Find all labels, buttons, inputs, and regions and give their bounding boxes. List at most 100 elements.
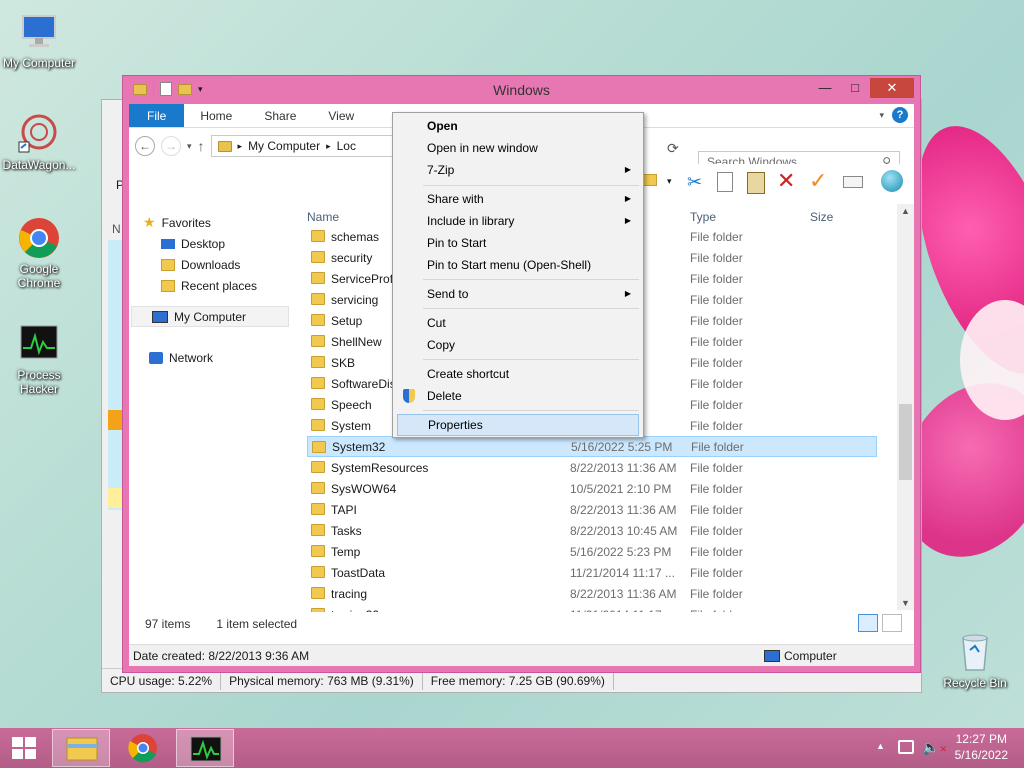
process-hacker-icon: [190, 736, 222, 762]
nav-recent-places[interactable]: Recent places: [129, 275, 299, 296]
row-type: File folder: [690, 376, 743, 391]
tab-share[interactable]: Share: [248, 104, 312, 127]
help-icon[interactable]: ?: [892, 107, 908, 123]
nav-desktop[interactable]: Desktop: [129, 233, 299, 254]
table-row[interactable]: tracing 8/22/2013 11:36 AM File folder: [307, 583, 877, 604]
paste-icon[interactable]: [747, 172, 765, 194]
clock-time: 12:27 PM: [955, 732, 1007, 746]
row-type: File folder: [690, 271, 743, 286]
table-row[interactable]: Tasks 8/22/2013 10:45 AM File folder: [307, 520, 877, 541]
forward-button[interactable]: →: [161, 136, 181, 156]
nav-favorites[interactable]: ★ Favorites: [129, 212, 299, 233]
chevron-right-icon: ▶: [624, 289, 631, 298]
folder-icon: [311, 524, 325, 536]
table-row[interactable]: SystemResources 8/22/2013 11:36 AM File fo…: [307, 457, 877, 478]
menu-item-cut[interactable]: Cut: [397, 312, 639, 334]
menu-item-properties[interactable]: Properties: [397, 414, 639, 436]
shield-icon: [403, 389, 415, 403]
large-icons-view-icon[interactable]: [882, 614, 902, 632]
back-button[interactable]: ←: [135, 136, 155, 156]
row-type: File folder: [690, 544, 743, 559]
menu-item-create-shortcut[interactable]: Create shortcut: [397, 363, 639, 385]
checkmark-icon[interactable]: ✓: [809, 168, 827, 194]
desktop-icon-chrome[interactable]: Google Chrome: [0, 216, 78, 290]
tab-home[interactable]: Home: [184, 104, 248, 127]
row-date: 8/22/2013 11:36 AM: [570, 502, 677, 517]
menu-item-open-new-window[interactable]: Open in new window: [397, 137, 639, 159]
taskbar-process-hacker[interactable]: [176, 729, 234, 767]
table-row[interactable]: TAPI 8/22/2013 11:36 AM File folder: [307, 499, 877, 520]
menu-item-7zip[interactable]: 7-Zip ▶: [397, 159, 639, 181]
menu-item-open[interactable]: Open: [397, 115, 639, 137]
network-tray-icon[interactable]: [898, 740, 914, 754]
maximize-button[interactable]: □: [840, 78, 870, 98]
table-row[interactable]: System32 5/16/2022 5:25 PM File folder: [307, 436, 877, 457]
menu-item-include-in-library[interactable]: Include in library ▶: [397, 210, 639, 232]
desktop-icon-process-hacker[interactable]: Process Hacker: [0, 322, 78, 396]
row-date: 8/22/2013 11:36 AM: [570, 460, 677, 475]
recent-locations-button[interactable]: ▾: [187, 141, 192, 152]
menu-item-delete[interactable]: Delete: [397, 385, 639, 407]
monitor-icon: [17, 10, 61, 54]
table-row[interactable]: Temp 5/16/2022 5:23 PM File folder: [307, 541, 877, 562]
row-name: SysWOW64: [331, 481, 397, 496]
up-button[interactable]: ↑: [198, 138, 205, 154]
title-bar[interactable]: ▾ Windows — □ ✕: [123, 76, 920, 104]
nav-network[interactable]: Network: [129, 347, 299, 368]
minimize-button[interactable]: —: [810, 78, 840, 98]
taskbar-chrome[interactable]: [114, 729, 172, 767]
table-row[interactable]: ToastData 11/21/2014 11:17 ... File folder: [307, 562, 877, 583]
physical-memory: Physical memory: 763 MB (9.31%): [221, 671, 423, 690]
volume-muted-icon[interactable]: 🔈✕: [922, 739, 947, 756]
row-name: SoftwareDist: [331, 376, 400, 391]
refresh-icon[interactable]: ⟳: [667, 140, 679, 157]
details-view-icon[interactable]: [858, 614, 878, 632]
breadcrumb-local-disk[interactable]: Loc: [337, 139, 356, 153]
chevron-down-icon[interactable]: ▾: [879, 110, 884, 121]
nav-downloads[interactable]: Downloads: [129, 254, 299, 275]
tab-view[interactable]: View: [312, 104, 370, 127]
show-hidden-icons-icon[interactable]: ▲: [876, 741, 885, 751]
row-name: servicing: [331, 292, 379, 307]
desktop-icon-my-computer[interactable]: My Computer: [0, 10, 78, 70]
column-type[interactable]: Type: [690, 210, 716, 224]
chevron-down-icon[interactable]: ▾: [667, 176, 672, 187]
row-date: 10/5/2021 2:10 PM: [570, 481, 672, 496]
row-name: System32: [332, 439, 386, 454]
menu-separator: [423, 359, 639, 360]
row-name: ShellNew: [331, 334, 382, 349]
close-button[interactable]: ✕: [870, 78, 914, 98]
vertical-scrollbar[interactable]: ▲ ▼: [897, 204, 914, 610]
nav-label: Network: [169, 350, 214, 365]
start-button[interactable]: [0, 729, 48, 767]
nav-label: Desktop: [181, 236, 226, 251]
delete-icon[interactable]: ✕: [777, 168, 795, 194]
ph-color-strip: [108, 410, 123, 430]
menu-item-pin-to-start-menu[interactable]: Pin to Start menu (Open-Shell): [397, 254, 639, 276]
taskbar-explorer[interactable]: [52, 729, 110, 767]
folder-icon: [311, 356, 325, 368]
rename-icon[interactable]: [843, 176, 863, 188]
tab-file[interactable]: File: [129, 104, 185, 127]
desktop-icon-recycle-bin[interactable]: Recycle Bin: [936, 630, 1014, 690]
menu-item-copy[interactable]: Copy: [397, 334, 639, 356]
menu-item-label: 7-Zip: [427, 163, 455, 177]
table-row[interactable]: SysWOW64 10/5/2021 2:10 PM File folder: [307, 478, 877, 499]
breadcrumb-my-computer[interactable]: My Computer: [248, 139, 320, 153]
globe-icon[interactable]: [881, 170, 903, 192]
cut-icon[interactable]: ✂: [687, 172, 702, 193]
menu-item-share-with[interactable]: Share with ▶: [397, 188, 639, 210]
menu-item-send-to[interactable]: Send to ▶: [397, 283, 639, 305]
selection-count: 1 item selected: [216, 617, 298, 631]
system-clock[interactable]: 12:27 PM 5/16/2022: [955, 731, 1008, 763]
menu-item-pin-to-start[interactable]: Pin to Start: [397, 232, 639, 254]
desktop-icon-datawagon[interactable]: DataWagon...: [0, 112, 78, 172]
column-size[interactable]: Size: [810, 210, 833, 224]
folder-options-icon[interactable]: [643, 174, 657, 186]
copy-icon[interactable]: [717, 172, 733, 192]
scroll-down-icon[interactable]: ▼: [897, 598, 914, 608]
nav-my-computer[interactable]: My Computer: [131, 306, 289, 327]
scroll-thumb[interactable]: [899, 404, 912, 480]
column-name[interactable]: Name: [307, 210, 339, 224]
scroll-up-icon[interactable]: ▲: [897, 206, 914, 216]
